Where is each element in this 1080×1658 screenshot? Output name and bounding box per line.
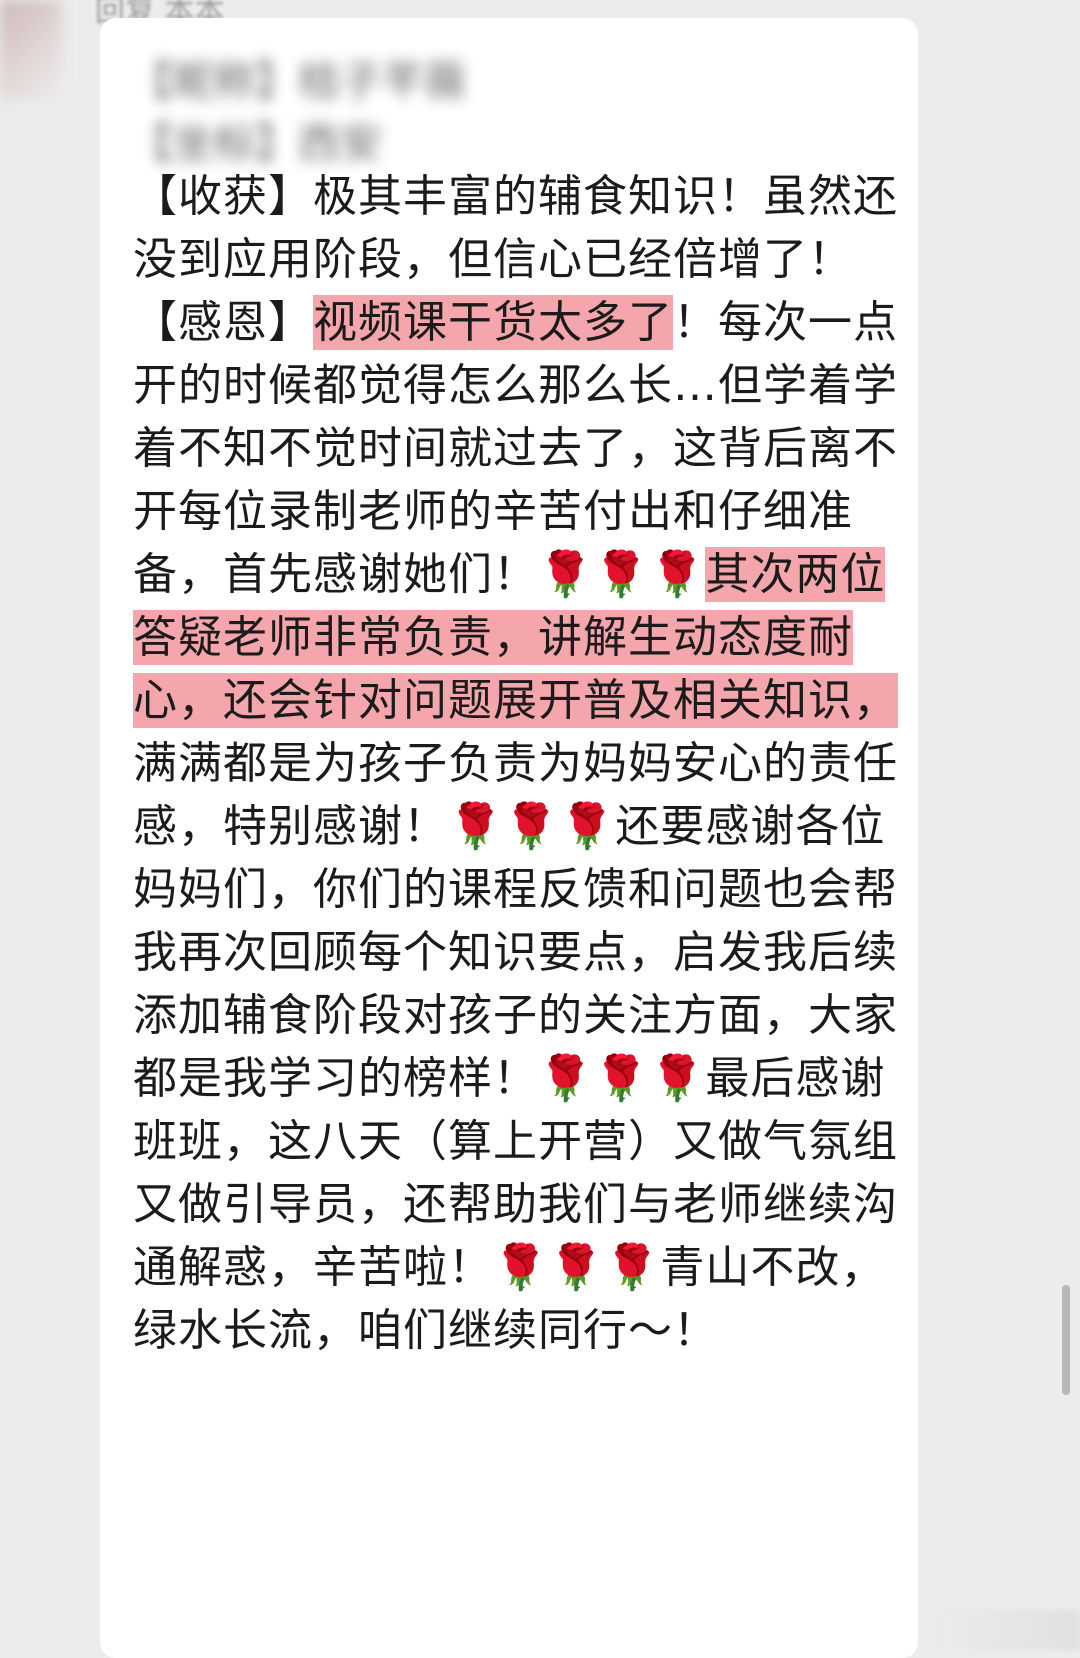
thanks-tag: 【感恩】 <box>133 297 313 348</box>
message-text: 【收获】极其丰富的辅食知识！虽然还没到应用阶段，但信心已经倍增了！ 【感恩】视频… <box>133 165 903 1362</box>
blurred-nickname-line: 【昵称】桔子芊薇 <box>130 57 467 106</box>
harvest-tag: 【收获】 <box>133 171 313 222</box>
scrollbar-thumb[interactable] <box>1062 1285 1070 1395</box>
harvest-paragraph: 【收获】极其丰富的辅食知识！虽然还没到应用阶段，但信心已经倍增了！ <box>133 165 903 291</box>
thanks-paragraph: 【感恩】视频课干货太多了！每次一点开的时候都觉得怎么那么长…但学着学着不知不觉时… <box>133 291 903 1362</box>
avatar[interactable] <box>0 0 62 100</box>
highlight-video-course: 视频课干货太多了 <box>313 295 673 350</box>
bottom-right-fade <box>930 1610 1080 1650</box>
message-bubble[interactable]: 【昵称】桔子芊薇 【坐标】西安 【收获】极其丰富的辅食知识！虽然还没到应用阶段，… <box>100 18 918 1658</box>
blurred-location-line: 【坐标】西安 <box>130 119 383 168</box>
thanks-text-part-2: 满满都是为孩子负责为妈妈安心的责任感，特别感谢！🌹🌹🌹还要感谢各位妈妈们，你们的… <box>133 738 898 1356</box>
